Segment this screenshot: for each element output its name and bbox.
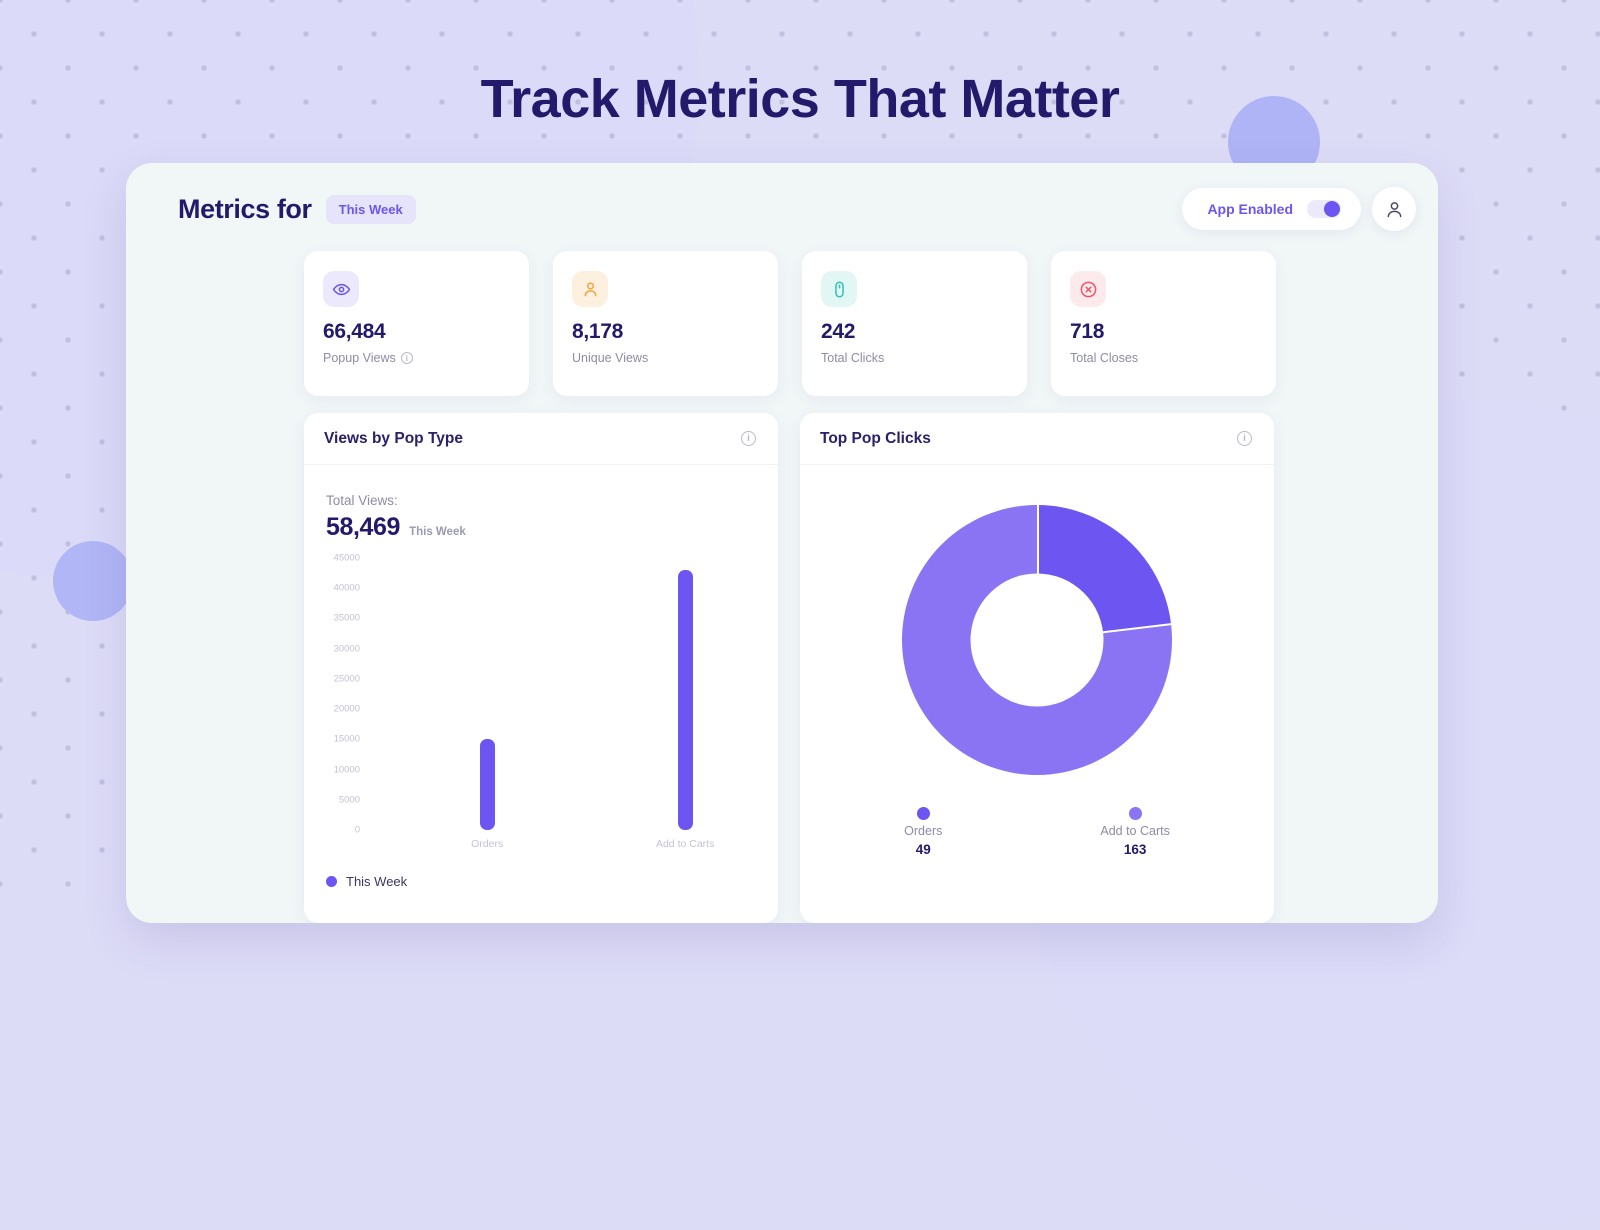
donut-legend-item-add-to-carts: Add to Carts 163 <box>1100 807 1170 857</box>
stat-value: 66,484 <box>323 320 386 343</box>
info-icon[interactable]: i <box>741 431 756 446</box>
x-axis-label: Orders <box>471 838 504 850</box>
y-axis-tick: 20000 <box>333 703 360 715</box>
background-circle-left <box>53 541 133 621</box>
dashboard-panel: Metrics for This Week App Enabled 66,484… <box>126 163 1438 923</box>
stat-label-row: Unique Views <box>572 351 759 365</box>
toggle-knob <box>1324 201 1340 217</box>
bar-group: Add to Carts <box>640 558 730 850</box>
y-axis-tick: 10000 <box>333 764 360 776</box>
y-axis-tick: 40000 <box>333 582 360 594</box>
total-views-block: Total Views: 58,469 This Week <box>304 465 778 542</box>
info-icon[interactable]: i <box>1237 431 1252 446</box>
bar[interactable] <box>677 570 693 830</box>
stat-label-row: Total Closes <box>1070 351 1257 365</box>
donut-ring <box>902 505 1173 775</box>
eye-icon <box>332 283 350 295</box>
app-enabled-label: App Enabled <box>1207 201 1293 217</box>
stat-label-row: Popup Views i <box>323 351 510 365</box>
info-icon[interactable]: i <box>400 352 413 364</box>
user-icon <box>1387 201 1401 217</box>
user-icon <box>584 281 596 296</box>
legend-color-dot <box>326 876 337 887</box>
header-actions: App Enabled <box>1182 187 1416 231</box>
total-views-label: Total Views: <box>326 493 398 508</box>
y-axis-tick: 15000 <box>333 733 360 745</box>
y-axis-tick: 45000 <box>333 552 360 564</box>
total-views-period: This Week <box>409 526 466 538</box>
mouse-icon <box>834 280 844 298</box>
bar-chart-legend: This Week <box>304 858 778 889</box>
dashboard-title: Metrics for <box>178 193 312 224</box>
stat-card-total-clicks: 242 Total Clicks <box>802 251 1027 396</box>
donut-chart <box>800 475 1274 805</box>
donut-legend-item-orders: Orders 49 <box>904 807 942 857</box>
panel-views-by-pop-type: Views by Pop Type i Total Views: 58,469 … <box>304 413 778 923</box>
y-axis-tick: 35000 <box>333 612 360 624</box>
donut-hole <box>970 573 1104 707</box>
stat-value: 8,178 <box>572 320 624 343</box>
bar[interactable] <box>479 739 495 830</box>
bar-chart: 45000 40000 35000 30000 25000 20000 15000 10000… <box>304 553 778 858</box>
legend-value: 49 <box>915 842 931 857</box>
stat-card-total-closes: 718 Total Closes <box>1051 251 1276 396</box>
legend-label: This Week <box>346 874 408 889</box>
dashboard-header: Metrics for This Week App Enabled <box>126 163 1438 255</box>
close-circle-icon-badge <box>1070 271 1106 307</box>
avatar[interactable] <box>1372 187 1416 231</box>
toggle-switch[interactable] <box>1307 200 1341 218</box>
panel-title: Views by Pop Type <box>324 429 463 447</box>
stat-card-popup-views: 66,484 Popup Views i <box>304 251 529 396</box>
stat-label: Total Closes <box>1070 351 1139 365</box>
user-icon-badge <box>572 271 608 307</box>
bar-chart-plot-area: Orders Add to Carts <box>366 558 770 850</box>
y-axis-tick: 0 <box>354 824 360 836</box>
bar-group: Orders <box>442 558 532 850</box>
stat-label-row: Total Clicks <box>821 351 1008 365</box>
legend-color-dot <box>1128 807 1142 820</box>
panel-header: Top Pop Clicks i <box>800 413 1274 465</box>
page-title: Track Metrics That Matter <box>480 69 1120 129</box>
eye-icon-badge <box>323 271 359 307</box>
panel-header: Views by Pop Type i <box>304 413 778 465</box>
panel-title: Top Pop Clicks <box>820 429 931 447</box>
stat-label: Total Clicks <box>821 351 885 365</box>
stat-card-unique-views: 8,178 Unique Views <box>553 251 778 396</box>
y-axis-tick: 5000 <box>338 794 360 806</box>
legend-value: 163 <box>1123 842 1147 857</box>
mouse-icon-badge <box>821 271 857 307</box>
legend-label: Add to Carts <box>1100 824 1170 838</box>
app-enabled-toggle[interactable]: App Enabled <box>1182 188 1361 230</box>
legend-color-dot <box>916 807 930 820</box>
stat-label: Popup Views <box>323 351 396 365</box>
y-axis-tick: 30000 <box>333 643 360 655</box>
stat-label: Unique Views <box>572 351 649 365</box>
x-axis-label: Add to Carts <box>655 838 715 850</box>
legend-label: Orders <box>904 824 943 838</box>
donut-legend: Orders 49 Add to Carts 163 <box>800 805 1274 857</box>
total-views-row: 58,469 This Week <box>326 513 778 542</box>
dashboard-title-group: Metrics for This Week <box>178 194 416 225</box>
y-axis-tick: 25000 <box>333 673 360 685</box>
bar-chart-y-axis: 45000 40000 35000 30000 25000 20000 15000 10000… <box>304 553 366 858</box>
panel-top-pop-clicks: Top Pop Clicks i Orders 49 Add to Carts … <box>800 413 1274 923</box>
total-views-value: 58,469 <box>326 513 401 541</box>
period-chip[interactable]: This Week <box>325 194 416 224</box>
stat-value: 718 <box>1070 320 1105 343</box>
stat-card-row: 66,484 Popup Views i 8,178 Unique Views <box>304 251 1276 396</box>
stat-value: 242 <box>821 320 856 343</box>
close-circle-icon <box>1080 281 1096 297</box>
